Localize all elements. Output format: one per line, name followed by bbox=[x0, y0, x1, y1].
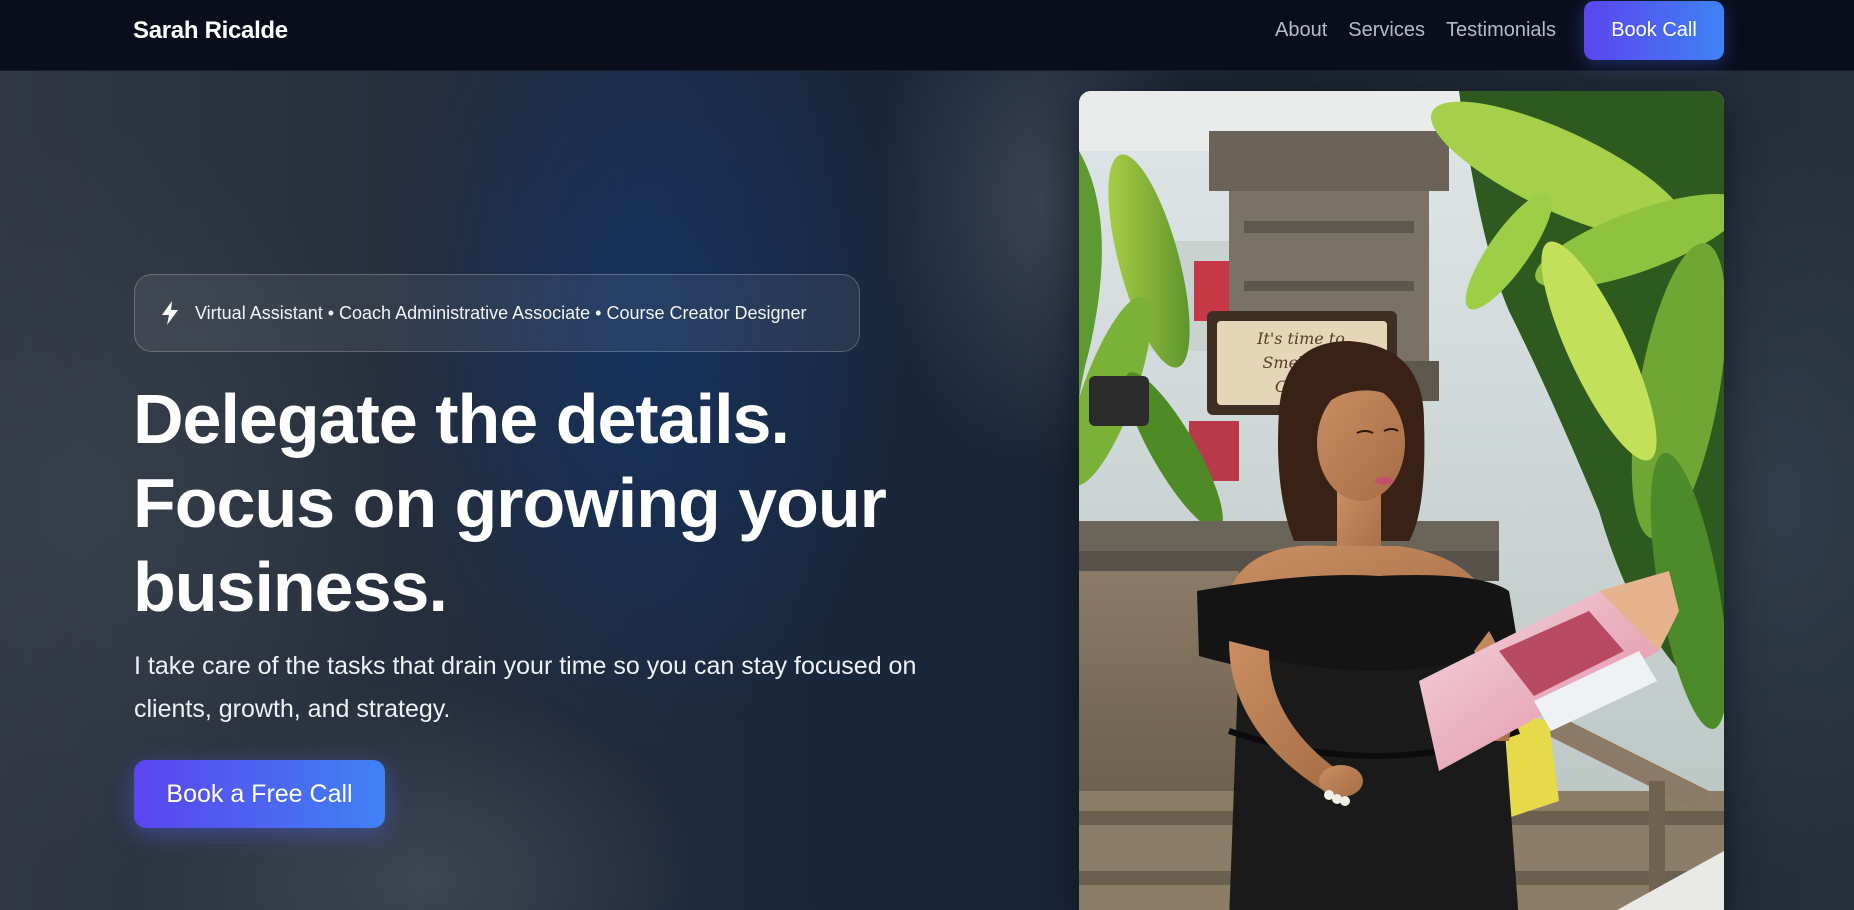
hero-headline-line-3: business. bbox=[133, 548, 448, 626]
navbar: Sarah Ricalde About Services Testimonial… bbox=[0, 0, 1854, 71]
hero-headline-line-1: Delegate the details. bbox=[133, 380, 790, 458]
book-free-call-button[interactable]: Book a Free Call bbox=[134, 760, 385, 828]
lightning-bolt-icon bbox=[161, 301, 179, 325]
services-badge: Virtual Assistant • Coach Administrative… bbox=[134, 274, 860, 352]
book-call-button[interactable]: Book Call bbox=[1584, 1, 1724, 60]
nav-links: About Services Testimonials bbox=[1275, 19, 1556, 42]
hero-headline-line-2: Focus on growing your bbox=[133, 464, 887, 542]
nav-link-testimonials[interactable]: Testimonials bbox=[1446, 19, 1556, 42]
brand-name[interactable]: Sarah Ricalde bbox=[133, 17, 288, 45]
hero-headline: Delegate the details. Focus on growing y… bbox=[133, 377, 953, 629]
nav-link-services[interactable]: Services bbox=[1348, 19, 1425, 42]
hero-subtext: I take care of the tasks that drain your… bbox=[134, 652, 917, 723]
hero-photo: It's time to Smell the Coffee bbox=[1079, 91, 1724, 910]
nav-link-about[interactable]: About bbox=[1275, 19, 1327, 42]
services-badge-text: Virtual Assistant • Coach Administrative… bbox=[195, 302, 807, 323]
